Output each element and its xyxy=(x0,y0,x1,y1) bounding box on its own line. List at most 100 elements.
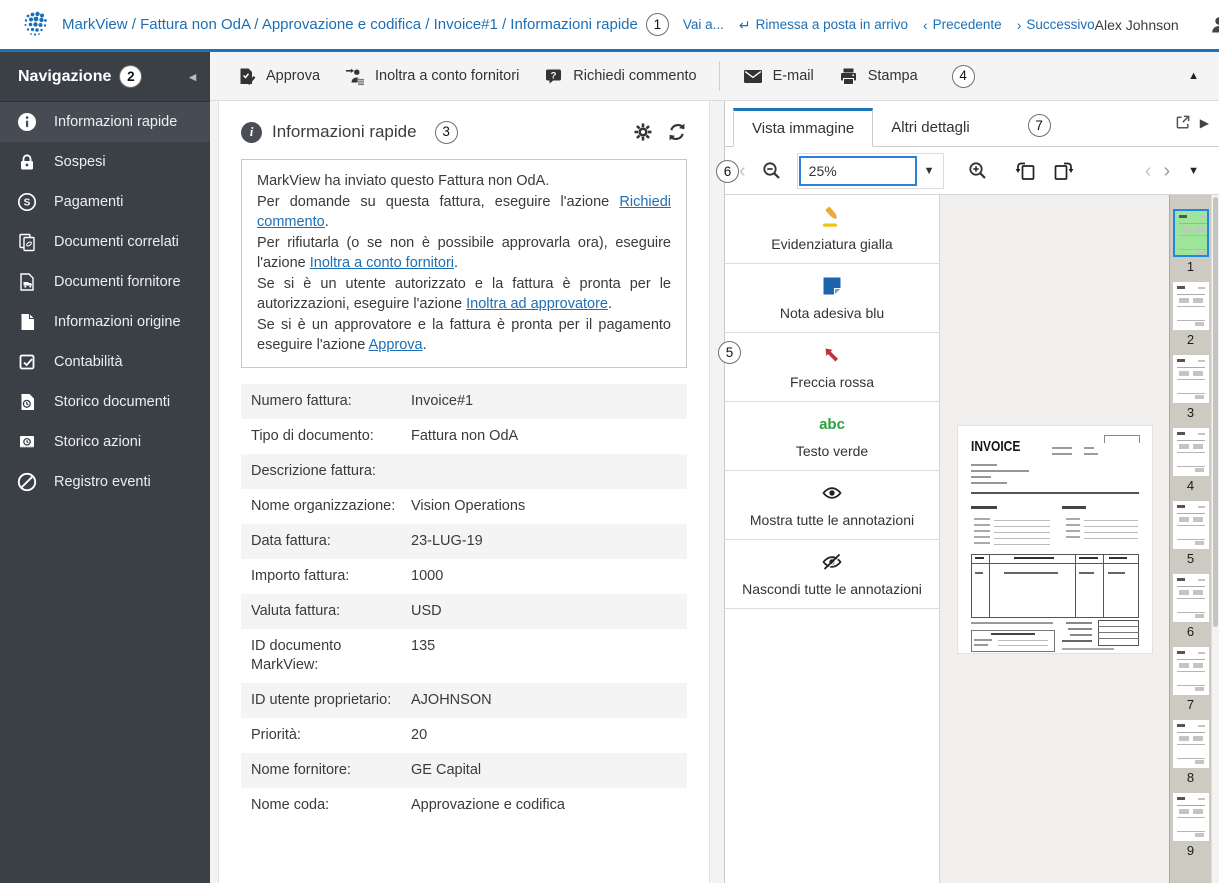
forward-to-ap-button[interactable]: Inoltra a conto fornitori xyxy=(332,60,531,93)
page-thumbnail-3[interactable]: 3 xyxy=(1172,355,1209,428)
zoom-dropdown-arrow[interactable]: ▼ xyxy=(918,165,941,177)
sidebar-item-informazioni-origine[interactable]: Informazioni origine xyxy=(0,302,210,342)
page-thumbnail-9[interactable]: 9 xyxy=(1172,793,1209,866)
field-row-coda: Nome coda: Approvazione e codifica xyxy=(251,796,565,813)
page-thumbnail-2[interactable]: 2 xyxy=(1172,282,1209,355)
message-line: Per domande su questa fattura, eseguire … xyxy=(257,193,671,231)
annotation-green-text[interactable]: abc Testo verde xyxy=(725,402,939,471)
workflow-message: MarkView ha inviato questo Fattura non O… xyxy=(241,159,687,368)
approve-icon xyxy=(240,68,256,85)
callout-5: 5 xyxy=(718,341,741,364)
user-menu-button[interactable] xyxy=(1207,13,1219,37)
message-line: Se si è un utente autorizzato e la fattu… xyxy=(257,275,671,313)
external-link-icon xyxy=(1176,115,1190,129)
thumbnail-scrollbar[interactable] xyxy=(1211,195,1219,883)
panel-refresh-button[interactable] xyxy=(667,122,687,142)
header-links: Vai a... ↵ Rimessa a posta in arrivo ‹ Pre… xyxy=(683,17,1095,32)
sidebar-header: Navigazione 2 ◂ xyxy=(0,52,210,102)
email-button[interactable]: E-mail xyxy=(730,60,826,92)
zoom-in-icon xyxy=(968,162,986,179)
previous-page-button[interactable]: ‹ xyxy=(1145,161,1152,181)
page-thumbnail-1[interactable]: 1 xyxy=(1172,209,1209,282)
sidebar-item-registro-eventi[interactable]: Registro eventi xyxy=(0,462,210,502)
callout-6: 6 xyxy=(716,160,739,183)
tab-vista-immagine[interactable]: Vista immagine xyxy=(733,108,874,147)
accounting-icon xyxy=(16,351,38,373)
sidebar-collapse-button[interactable]: ◂ xyxy=(189,69,196,85)
zoom-level-input[interactable] xyxy=(798,155,917,186)
toolbar-collapse-button[interactable]: ▲ xyxy=(1188,70,1213,82)
callout-7: 7 xyxy=(1027,114,1051,137)
document-preview-area[interactable]: INVOICE xyxy=(939,195,1169,883)
scrollbar-thumb[interactable] xyxy=(1213,197,1218,627)
field-row-id-documento: ID documento MarkView: 135 xyxy=(251,637,436,673)
field-row-id-utente: ID utente proprietario: AJOHNSON xyxy=(241,682,687,718)
field-row-fornitore: Nome fornitore: GE Capital xyxy=(241,752,687,788)
rotate-right-icon xyxy=(1054,162,1073,180)
field-row-data-fattura: Data fattura: 23-LUG-19 xyxy=(241,523,687,559)
sidebar-item-sospesi[interactable]: Sospesi xyxy=(0,142,210,182)
annotation-blue-sticky-note[interactable]: Nota adesiva blu xyxy=(725,264,939,333)
pan-left-button[interactable]: ‹ xyxy=(739,161,746,181)
green-text-icon: abc xyxy=(819,415,845,433)
callout-4: 4 xyxy=(951,64,975,88)
message-line: MarkView ha inviato questo Fattura non O… xyxy=(257,173,550,189)
page-thumbnail-5[interactable]: 5 xyxy=(1172,501,1209,574)
zoom-level-combo: ▼ xyxy=(796,152,944,189)
panel-title: Informazioni rapide xyxy=(272,122,417,141)
request-comment-button[interactable]: ? Richiedi commento xyxy=(531,60,708,93)
image-toolbar: ‹ ▼ xyxy=(725,147,1219,195)
chevron-right-icon: › xyxy=(1016,16,1022,33)
sidebar-item-storico-documenti[interactable]: Storico documenti xyxy=(0,382,210,422)
annotation-yellow-highlight[interactable]: Evidenziatura gialla xyxy=(725,195,939,264)
callout-3: 3 xyxy=(434,120,458,144)
print-button[interactable]: Stampa xyxy=(826,60,930,93)
sidebar-item-documenti-correlati[interactable]: Documenti correlati xyxy=(0,222,210,262)
zoom-out-button[interactable] xyxy=(761,160,782,181)
open-in-new-window-button[interactable] xyxy=(1174,114,1191,131)
info-icon: i xyxy=(241,121,262,143)
rotate-left-button[interactable] xyxy=(1013,160,1037,182)
document-history-icon xyxy=(16,391,38,413)
rotate-left-icon xyxy=(1015,162,1034,180)
next-page-button[interactable]: › xyxy=(1163,161,1170,181)
go-to-link[interactable]: Vai a... xyxy=(683,17,724,32)
payments-icon: S xyxy=(16,191,38,213)
action-history-icon xyxy=(16,431,38,453)
viewer-more-dropdown[interactable]: ▼ xyxy=(1182,165,1205,177)
toolbar-separator xyxy=(718,61,720,91)
sidebar-item-contabilita[interactable]: Contabilità xyxy=(0,342,210,382)
next-link[interactable]: › Successivo xyxy=(1017,17,1095,32)
panel-expand-chevron[interactable]: ▶ xyxy=(1200,116,1209,130)
hide-all-annotations[interactable]: Nascondi tutte le annotazioni xyxy=(725,540,939,609)
field-row-numero-fattura: Numero fattura: Invoice#1 xyxy=(241,383,687,419)
sidebar-item-informazioni-rapide[interactable]: Informazioni rapide xyxy=(0,102,210,142)
previous-link[interactable]: ‹ Precedente xyxy=(923,17,1002,32)
annotation-tools: Evidenziatura gialla Nota adesiva blu Fr… xyxy=(725,195,939,883)
annotation-red-arrow[interactable]: Freccia rossa xyxy=(725,333,939,402)
comment-question-icon: ? xyxy=(546,69,562,84)
hide-annotations-icon xyxy=(821,550,843,574)
page-thumbnails: 1 2 3 4 5 6 7 8 9 xyxy=(1169,195,1211,883)
rotate-right-button[interactable] xyxy=(1052,160,1076,182)
remit-to-inbox-link[interactable]: ↵ Rimessa a posta in arrivo xyxy=(739,17,908,32)
tab-altri-dettagli[interactable]: Altri dettagli xyxy=(873,108,987,147)
approve-button[interactable]: Approva xyxy=(224,60,332,93)
sidebar-item-pagamenti[interactable]: S Pagamenti xyxy=(0,182,210,222)
show-all-annotations[interactable]: Mostra tutte le annotazioni xyxy=(725,471,939,540)
zoom-in-button[interactable] xyxy=(967,160,988,181)
forward-to-approver-link[interactable]: Inoltra ad approvatore xyxy=(466,296,608,312)
sidebar-item-documenti-fornitore[interactable]: Documenti fornitore xyxy=(0,262,210,302)
chevron-left-icon: ‹ xyxy=(922,16,928,33)
page-thumbnail-7[interactable]: 7 xyxy=(1172,647,1209,720)
page-thumbnail-6[interactable]: 6 xyxy=(1172,574,1209,647)
forward-to-ap-link[interactable]: Inoltra a conto fornitori xyxy=(310,255,454,271)
printer-icon xyxy=(840,68,856,85)
page-thumbnail-4[interactable]: 4 xyxy=(1172,428,1209,501)
action-toolbar: Approva Inoltra a conto fornitori ? Rich… xyxy=(210,52,1219,101)
sidebar-item-storico-azioni[interactable]: Storico azioni xyxy=(0,422,210,462)
svg-text:?: ? xyxy=(551,70,557,81)
panel-settings-button[interactable] xyxy=(633,122,653,142)
page-thumbnail-8[interactable]: 8 xyxy=(1172,720,1209,793)
approve-link[interactable]: Approva xyxy=(369,337,423,353)
